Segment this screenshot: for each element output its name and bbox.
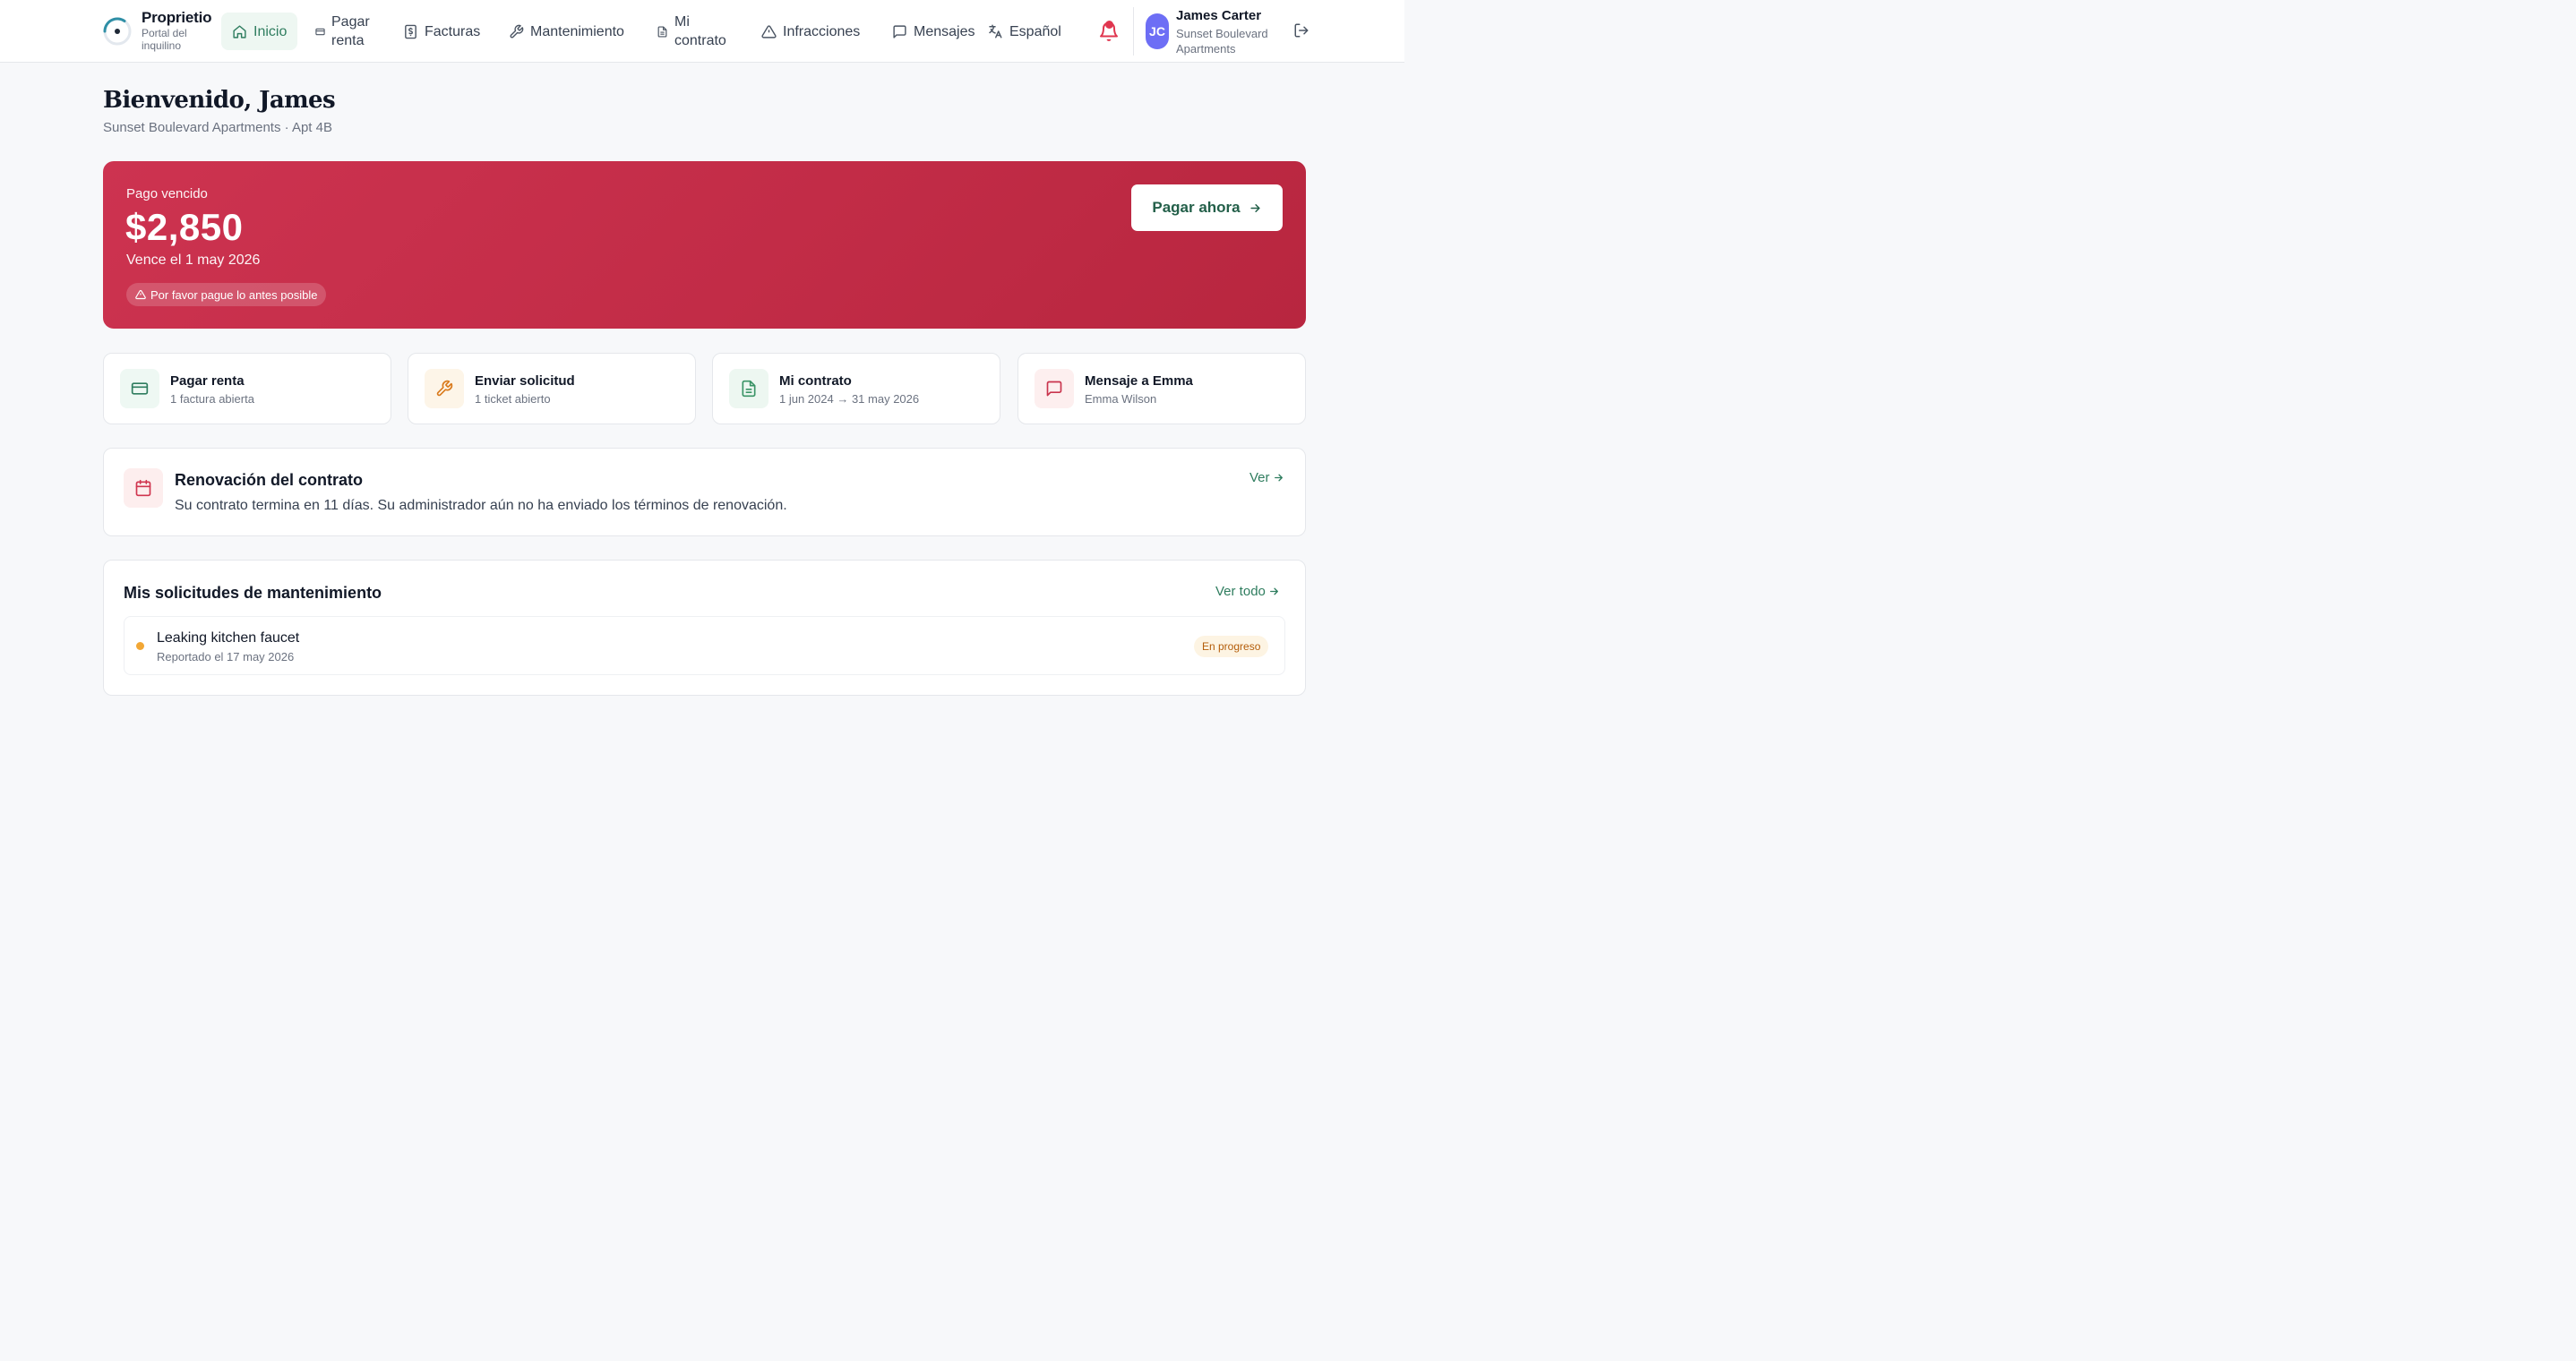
quick-action-title: Mi contrato [779,373,852,389]
calendar-icon [135,479,151,497]
renewal-text: Su contrato termina en 11 días. Su admin… [175,498,787,513]
translate-icon [989,24,1002,39]
warning-icon [761,24,777,39]
wrench-icon [436,380,453,397]
nav-contract[interactable]: Mi contrato [657,13,737,50]
nav-invoices[interactable]: Facturas [403,13,480,50]
quick-action-subtitle: 1 ticket abierto [475,392,551,406]
nav-invoices-label: Facturas [425,23,481,39]
banner-label: Pago vencido [126,186,208,201]
renewal-view-link[interactable]: Ver [1249,470,1284,485]
language-selector[interactable]: Español [987,13,1061,50]
view-all-link[interactable]: Ver todo [1215,584,1280,599]
nav-maintenance-label: Mantenimiento [530,23,624,39]
arrow-right-icon [1269,587,1278,595]
request-title: Leaking kitchen faucet [157,630,300,646]
nav-pay-rent[interactable]: Pagar renta [315,13,394,50]
quick-action-subtitle: 1 jun 2024 → 31 may 2026 [779,392,920,406]
brand-name: Proprietio [142,9,212,26]
nav-messages-label: Mensajes [914,23,975,39]
pay-now-label: Pagar ahora [1152,199,1241,216]
quick-action-pay-rent[interactable]: Pagar renta 1 factura abierta [103,353,391,424]
maintenance-title: Mis solicitudes de mantenimiento [124,584,382,602]
renewal-title: Renovación del contrato [175,471,364,489]
pay-now-button[interactable]: Pagar ahora [1131,184,1283,231]
maintenance-request-row[interactable]: Leaking kitchen faucet Reportado el 17 m… [124,616,1285,675]
view-all-label: Ver todo [1215,584,1266,599]
overdue-payment-banner: Pago vencido $2,850 Vence el 1 may 2026 … [103,161,1306,329]
wrench-icon [510,24,524,39]
top-navigation: Proprietio Portal del inquilino Inicio P… [0,0,1404,63]
quick-action-subtitle: 1 factura abierta [170,392,254,406]
nav-maintenance[interactable]: Mantenimiento [509,13,624,50]
nav-infractions[interactable]: Infracciones [761,13,860,50]
avatar[interactable]: JC [1146,13,1169,49]
user-name: James Carter [1176,8,1262,23]
notification-dot [1105,21,1113,29]
warning-badge: Por favor pague lo antes posible [126,283,327,306]
quick-action-message-manager[interactable]: Mensaje a Emma Emma Wilson [1018,353,1306,424]
nav-messages[interactable]: Mensajes [892,13,975,50]
brand-logo-icon [103,17,132,46]
nav-home[interactable]: Inicio [221,13,298,50]
brand[interactable]: Proprietio Portal del inquilino [102,9,213,52]
page-title: Bienvenido, James [103,87,336,114]
invoice-icon [405,24,416,39]
quick-action-my-contract[interactable]: Mi contrato 1 jun 2024 → 31 may 2026 [712,353,1000,424]
status-badge: En progreso [1194,636,1269,657]
language-label: Español [1009,23,1061,39]
document-icon [657,25,667,38]
arrow-right-icon [1274,474,1283,482]
page-subtitle: Sunset Boulevard Apartments · Apt 4B [103,120,332,135]
quick-action-icon [729,369,769,408]
request-date: Reportado el 17 may 2026 [157,650,295,663]
quick-action-title: Mensaje a Emma [1085,373,1193,389]
due-date: Vence el 1 may 2026 [126,253,261,268]
renewal-icon-box [124,468,163,508]
logout-icon[interactable] [1293,22,1309,39]
contract-renewal-card: Renovación del contrato Su contrato term… [103,448,1306,536]
nav-home-label: Inicio [253,23,288,39]
brand-subtitle: Portal del inquilino [142,27,187,52]
quick-action-subtitle: Emma Wilson [1085,392,1157,406]
divider [1133,7,1134,56]
maintenance-requests-card: Mis solicitudes de mantenimiento Ver tod… [103,560,1306,696]
nav-contract-label: Mi contrato [674,14,726,48]
warning-text: Por favor pague lo antes posible [150,287,318,302]
user-property: Sunset Boulevard Apartments [1176,27,1268,56]
status-dot [136,642,144,650]
home-icon [233,24,246,39]
nav-pay-rent-label: Pagar renta [331,14,370,48]
message-icon [1046,381,1062,397]
document-icon [742,380,756,398]
quick-action-title: Pagar renta [170,373,245,389]
card-icon [315,28,325,35]
arrow-right-icon [1250,203,1260,212]
quick-action-icon [425,369,464,408]
renewal-view-label: Ver [1249,470,1270,485]
amount-due: $2,850 [125,206,244,248]
message-icon [893,24,906,39]
quick-action-send-request[interactable]: Enviar solicitud 1 ticket abierto [408,353,696,424]
quick-action-title: Enviar solicitud [475,373,575,389]
credit-card-icon [131,382,149,395]
quick-action-icon [1035,369,1074,408]
quick-action-icon [120,369,159,408]
nav-infractions-label: Infracciones [783,23,861,39]
warning-icon [135,289,146,300]
